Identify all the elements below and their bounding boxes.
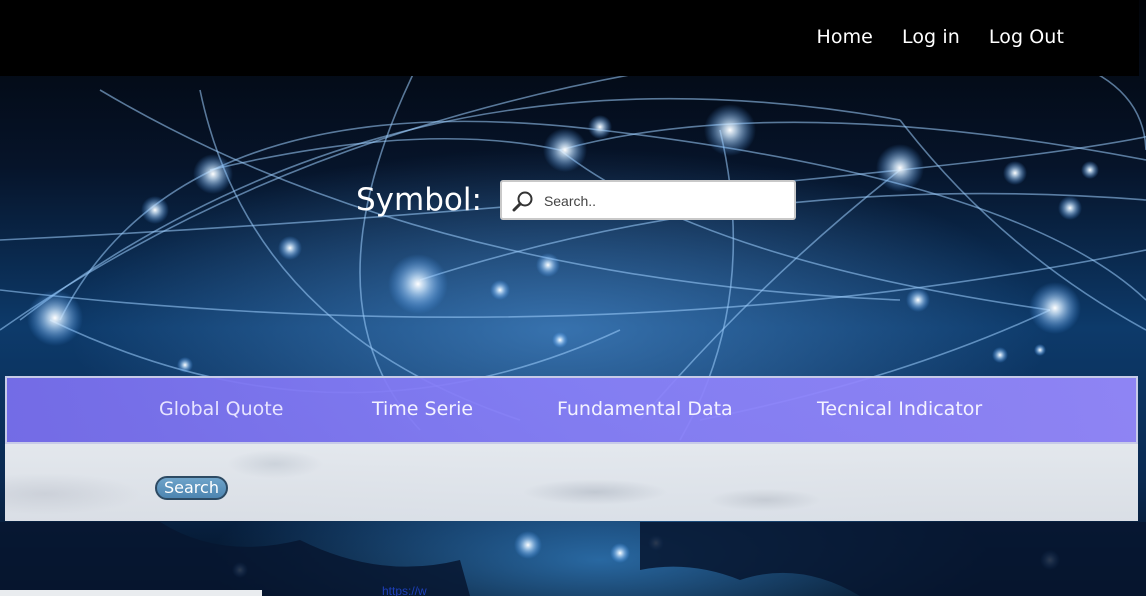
nav-home-link[interactable]: Home <box>816 26 873 48</box>
top-navbar: Home Log in Log Out <box>0 0 1139 76</box>
tab-fundamental-data[interactable]: Fundamental Data <box>557 398 733 420</box>
symbol-label: Symbol: <box>356 182 482 218</box>
search-button[interactable]: Search <box>155 476 228 500</box>
tab-content-panel: Search <box>5 444 1138 521</box>
tab-bar: Global Quote Time Serie Fundamental Data… <box>5 376 1138 444</box>
nav-links: Home Log in Log Out <box>816 26 1064 48</box>
tab-time-serie[interactable]: Time Serie <box>372 398 473 420</box>
search-icon <box>512 190 534 212</box>
tab-tecnical-indicator[interactable]: Tecnical Indicator <box>817 398 982 420</box>
search-box[interactable] <box>499 180 796 220</box>
nav-login-link[interactable]: Log in <box>902 26 960 48</box>
symbol-search-input[interactable] <box>541 182 786 220</box>
bottom-strip <box>0 590 262 596</box>
symbol-search-row: Symbol: <box>356 180 796 220</box>
nav-logout-link[interactable]: Log Out <box>989 26 1064 48</box>
footer-link[interactable]: https://w <box>382 585 427 596</box>
tab-global-quote[interactable]: Global Quote <box>159 398 283 420</box>
